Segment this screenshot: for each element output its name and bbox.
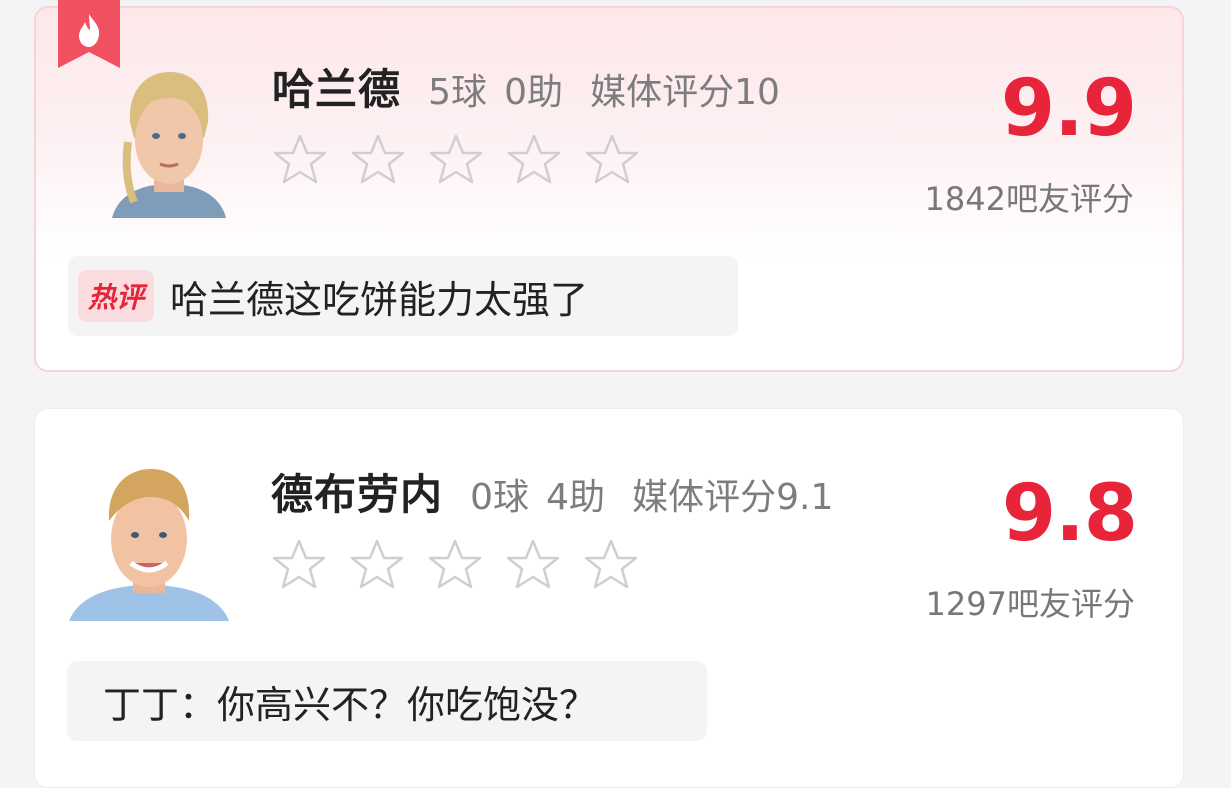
top-comment[interactable]: 丁丁：你高兴不？你吃饱没？ [67, 661, 707, 741]
star-icon[interactable] [271, 537, 327, 593]
player-assists: 4助 [546, 477, 606, 518]
rating-stars[interactable] [272, 132, 640, 188]
fan-score: 9.9 [1000, 64, 1137, 154]
player-avatar [69, 469, 229, 621]
flame-icon [58, 0, 120, 68]
star-icon[interactable] [272, 132, 328, 188]
player-assists: 0助 [504, 72, 564, 113]
player-card-debruyne[interactable]: 德布劳内 0球 4助 媒体评分9.1 9.8 1297吧友评分 丁丁：你高兴不？… [34, 408, 1184, 788]
player-info-row: 德布劳内 0球 4助 媒体评分9.1 [271, 461, 833, 522]
star-icon[interactable] [427, 537, 483, 593]
media-rating: 媒体评分10 [590, 72, 780, 113]
star-icon[interactable] [428, 132, 484, 188]
hot-comment-tag: 热评 [78, 270, 155, 322]
star-icon[interactable] [583, 537, 639, 593]
star-icon[interactable] [506, 132, 562, 188]
player-card-haaland[interactable]: 哈兰德 5球 0助 媒体评分10 9.9 1842吧友评分 热评 哈兰德这吃饼能… [34, 0, 1184, 372]
player-name: 德布劳内 [271, 470, 444, 519]
player-avatar [112, 72, 226, 218]
comment-text: 丁丁：你高兴不？你吃饱没？ [103, 682, 598, 727]
rating-stars[interactable] [271, 537, 639, 593]
hot-comment[interactable]: 热评 哈兰德这吃饼能力太强了 [68, 256, 738, 336]
fan-rating-count: 1297吧友评分 [925, 585, 1135, 623]
fan-rating-count: 1842吧友评分 [924, 180, 1134, 218]
player-name: 哈兰德 [272, 65, 402, 114]
star-icon[interactable] [584, 132, 640, 188]
star-icon[interactable] [349, 537, 405, 593]
player-goals: 0球 [470, 477, 530, 518]
player-goals: 5球 [428, 72, 488, 113]
player-info-row: 哈兰德 5球 0助 媒体评分10 [272, 56, 780, 117]
star-icon[interactable] [350, 132, 406, 188]
media-rating: 媒体评分9.1 [632, 477, 834, 518]
star-icon[interactable] [505, 537, 561, 593]
fan-score: 9.8 [1001, 469, 1138, 559]
comment-text: 哈兰德这吃饼能力太强了 [170, 277, 589, 322]
